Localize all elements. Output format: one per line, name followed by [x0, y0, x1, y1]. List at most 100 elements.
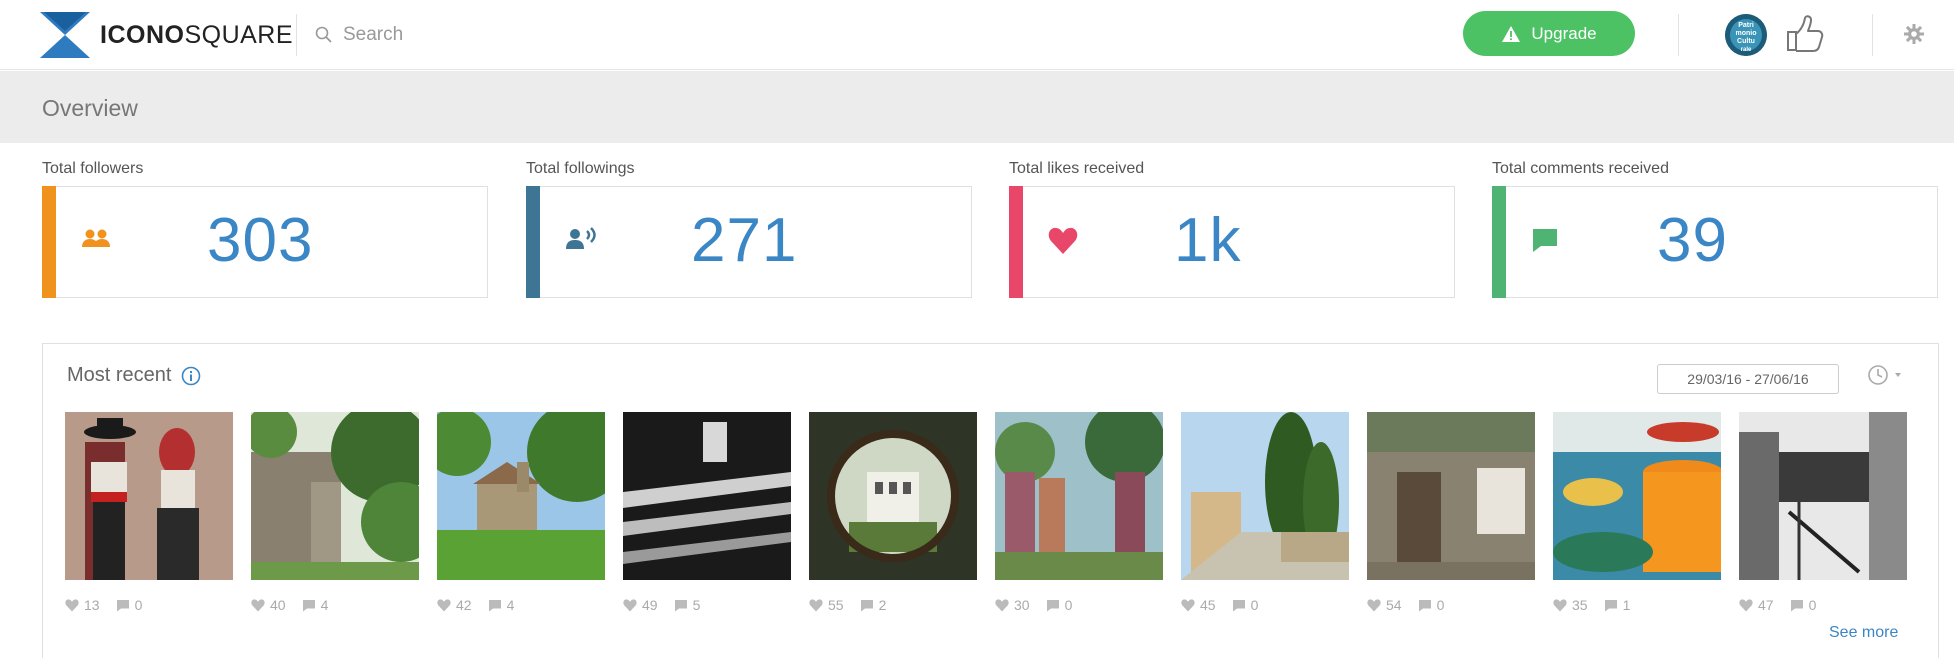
- heart-icon: [1553, 598, 1567, 612]
- photo-thumbnail[interactable]: [1367, 412, 1535, 580]
- stat-label: Total followings: [526, 160, 635, 177]
- search-placeholder: Search: [343, 24, 404, 45]
- comment-icon: [1046, 599, 1060, 612]
- photo-thumbnail[interactable]: [995, 402, 1165, 580]
- divider: [296, 14, 297, 56]
- comment-icon: [488, 599, 502, 612]
- comment-icon: [302, 599, 316, 612]
- heart-icon: [251, 598, 265, 612]
- like-count: 13: [84, 597, 100, 613]
- comment-icon: [1533, 229, 1557, 252]
- stat-accent-bar: [526, 186, 540, 298]
- photo-item[interactable]: 30 0: [995, 402, 1165, 615]
- stat-card-comments: Total comments received 39: [1492, 160, 1938, 298]
- clock-icon: [1868, 365, 1888, 385]
- stat-value: 271: [691, 206, 798, 275]
- thumbs-up-icon[interactable]: [1782, 12, 1826, 56]
- logo[interactable]: ICONOSQUARE: [40, 12, 293, 58]
- photo-thumbnail[interactable]: [245, 402, 441, 580]
- photo-item[interactable]: 35 1: [1553, 412, 1723, 615]
- comment-icon: [1790, 599, 1804, 612]
- photo-thumbnail[interactable]: [623, 412, 791, 580]
- stat-value: 1k: [1174, 206, 1242, 275]
- comment-icon: [860, 599, 874, 612]
- followings-icon: [566, 227, 596, 249]
- comment-count: 5: [692, 597, 701, 613]
- svg-text:monio: monio: [1736, 30, 1757, 37]
- heart-icon: [809, 598, 823, 612]
- svg-text:rale: rale: [1741, 47, 1752, 53]
- comment-icon: [1232, 599, 1246, 612]
- like-count: 30: [1014, 597, 1030, 613]
- photo-item[interactable]: 45 0: [1181, 412, 1349, 615]
- like-count: 40: [270, 597, 286, 613]
- like-count: 35: [1572, 597, 1588, 613]
- stat-accent-bar: [1492, 186, 1506, 298]
- overview-header: Overview: [0, 71, 1954, 143]
- upgrade-label: Upgrade: [1531, 23, 1597, 43]
- comment-icon: [116, 599, 130, 612]
- info-icon[interactable]: [181, 366, 201, 386]
- comment-count: 4: [320, 597, 329, 613]
- warning-icon: [1502, 25, 1521, 42]
- date-range-picker[interactable]: 29/03/16 - 27/06/16: [1657, 364, 1839, 394]
- page-title: Overview: [42, 95, 138, 121]
- like-count: 47: [1758, 597, 1774, 613]
- photo-thumbnail[interactable]: [423, 402, 627, 580]
- comment-count: 0: [1064, 597, 1073, 613]
- iconosquare-logo-icon: [40, 12, 90, 58]
- like-count: 45: [1200, 597, 1216, 613]
- photo-item[interactable]: 49 5: [623, 412, 791, 615]
- photo-thumbnail[interactable]: [1739, 412, 1907, 580]
- stat-card-likes: Total likes received 1k: [1009, 160, 1455, 298]
- photo-thumbnail[interactable]: [1181, 412, 1349, 580]
- stat-label: Total followers: [42, 160, 144, 177]
- like-count: 55: [828, 597, 844, 613]
- photo-item[interactable]: 40 4: [245, 402, 441, 615]
- svg-text:Cultu: Cultu: [1737, 38, 1755, 45]
- like-count: 42: [456, 597, 472, 613]
- comment-count: 2: [878, 597, 887, 613]
- like-count: 54: [1386, 597, 1402, 613]
- photo-item[interactable]: 54 0: [1367, 412, 1535, 615]
- svg-text:Patri: Patri: [1738, 22, 1754, 29]
- heart-icon: [995, 598, 1009, 612]
- panel-title-text: Most recent: [67, 364, 172, 386]
- photo-item[interactable]: 13 0: [65, 412, 233, 615]
- photo-item[interactable]: 42 4: [423, 402, 627, 615]
- search-icon: [315, 26, 332, 43]
- photo-item[interactable]: 47 0: [1739, 412, 1907, 615]
- followers-icon: [82, 229, 110, 247]
- stat-value: 39: [1657, 206, 1728, 275]
- comment-count: 0: [1808, 597, 1817, 613]
- upgrade-button[interactable]: Upgrade: [1463, 11, 1635, 56]
- avatar[interactable]: Patri monio Cultu rale: [1725, 14, 1767, 56]
- heart-icon: [1048, 227, 1078, 254]
- photo-item[interactable]: 55 2: [809, 412, 977, 615]
- like-count: 49: [642, 597, 658, 613]
- gear-icon[interactable]: [1904, 24, 1924, 44]
- comment-count: 0: [1250, 597, 1259, 613]
- heart-icon: [1739, 598, 1753, 612]
- see-more-link[interactable]: See more: [1829, 624, 1898, 642]
- photo-thumbnail[interactable]: [65, 412, 233, 580]
- stat-card-followings: Total followings 271: [526, 160, 972, 298]
- comment-icon: [674, 599, 688, 612]
- search-input[interactable]: Search: [315, 18, 403, 52]
- heart-icon: [437, 598, 451, 612]
- photo-thumbnail[interactable]: [809, 412, 977, 580]
- heart-icon: [623, 598, 637, 612]
- photo-thumbnail[interactable]: [1553, 412, 1723, 580]
- comment-icon: [1604, 599, 1618, 612]
- stat-accent-bar: [42, 186, 56, 298]
- divider: [1872, 14, 1873, 56]
- heart-icon: [1181, 598, 1195, 612]
- stat-card-followers: Total followers 303: [42, 160, 488, 298]
- heart-icon: [1367, 598, 1381, 612]
- chevron-down-icon: [1895, 373, 1901, 377]
- stat-label: Total likes received: [1009, 160, 1145, 177]
- stat-accent-bar: [1009, 186, 1023, 298]
- time-filter-button[interactable]: [1867, 364, 1903, 386]
- top-bar: ICONOSQUARE Search Upgrade Patri monio C…: [0, 0, 1954, 70]
- heart-icon: [65, 598, 79, 612]
